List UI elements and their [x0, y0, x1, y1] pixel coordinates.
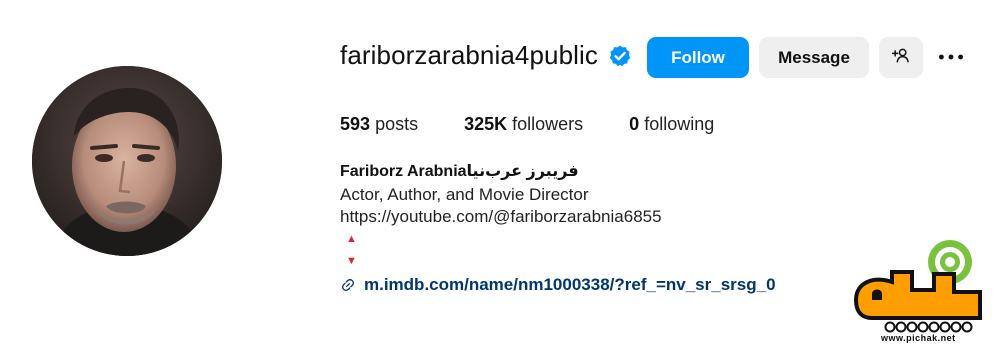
- more-options-button[interactable]: [934, 44, 968, 70]
- watermark-url: www.pichak.net: [881, 333, 956, 343]
- following-label: following: [644, 114, 715, 134]
- profile-stats: 593 posts 325K followers 0 following: [340, 114, 760, 135]
- posts-count: 593: [340, 114, 371, 134]
- following-count: 0: [629, 114, 640, 134]
- profile-username-row: fariborzarabnia4public: [340, 40, 632, 71]
- more-options-icon: [936, 48, 966, 66]
- add-user-button[interactable]: [879, 37, 923, 78]
- external-link[interactable]: m.imdb.com/name/nm1000338/?ref_=nv_sr_sr…: [340, 275, 776, 295]
- profile-full-name: Fariborz Arabniaفریبرز عرب‌نیا: [340, 163, 579, 180]
- bio-youtube-text: https://youtube.com/@fariborzarabnia6855: [340, 207, 662, 226]
- arrow-up-icon: ▲: [346, 233, 357, 245]
- link-icon: [340, 277, 356, 293]
- message-button[interactable]: Message: [759, 37, 869, 78]
- followers-stat[interactable]: 325K followers: [464, 114, 583, 135]
- posts-label: posts: [375, 114, 419, 134]
- followers-count: 325K: [464, 114, 508, 134]
- followers-label: followers: [512, 114, 584, 134]
- verified-badge-icon: [608, 44, 632, 68]
- profile-avatar[interactable]: [32, 66, 222, 256]
- profile-username: fariborzarabnia4public: [340, 40, 599, 70]
- profile-photo: [32, 66, 222, 256]
- posts-stat: 593 posts: [340, 114, 418, 135]
- following-stat[interactable]: 0 following: [629, 114, 714, 135]
- arrow-down-icon: ▼: [346, 255, 357, 267]
- external-link-text[interactable]: m.imdb.com/name/nm1000338/?ref_=nv_sr_sr…: [364, 275, 776, 295]
- follow-button[interactable]: Follow: [647, 37, 749, 78]
- bio-line: Actor, Author, and Movie Director: [340, 185, 589, 204]
- add-user-icon: [891, 45, 911, 70]
- pichak-watermark-logo: [852, 234, 987, 348]
